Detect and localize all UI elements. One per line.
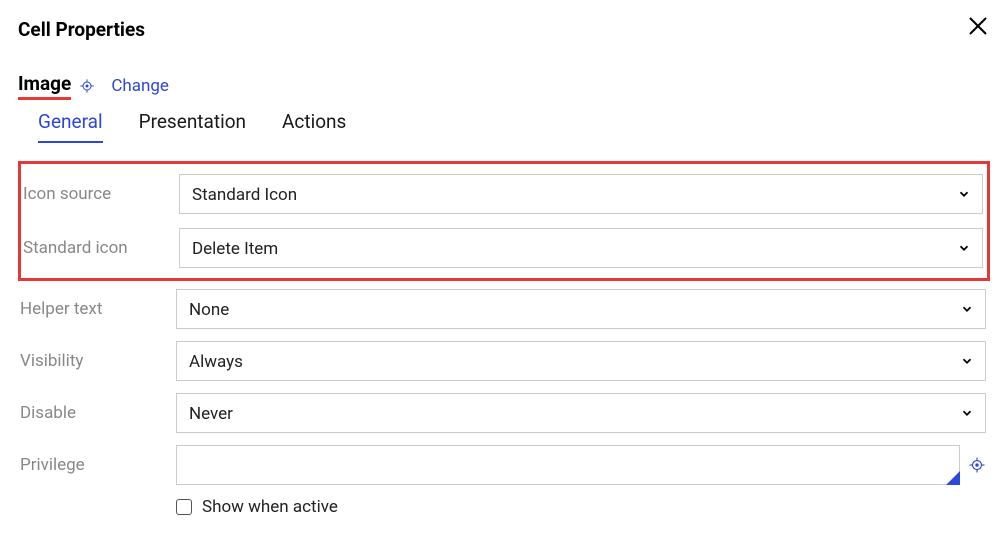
image-section-title: Image xyxy=(18,72,71,100)
change-link[interactable]: Change xyxy=(111,76,169,96)
helper-text-label: Helper text xyxy=(18,299,176,319)
privilege-input[interactable] xyxy=(176,445,960,485)
disable-select[interactable]: Never xyxy=(176,393,986,433)
close-button[interactable] xyxy=(966,14,990,44)
tab-actions[interactable]: Actions xyxy=(282,110,346,143)
show-when-active-checkbox[interactable] xyxy=(176,499,192,515)
close-icon xyxy=(966,14,990,38)
privilege-target-button[interactable] xyxy=(968,456,986,474)
disable-label: Disable xyxy=(18,403,176,423)
standard-icon-label: Standard icon xyxy=(21,238,179,258)
dialog-title: Cell Properties xyxy=(18,18,145,41)
tab-general[interactable]: General xyxy=(38,110,103,143)
highlighted-section: Icon source Standard Icon Standard icon … xyxy=(18,161,990,281)
icon-source-select[interactable]: Standard Icon xyxy=(179,174,983,214)
tab-presentation[interactable]: Presentation xyxy=(139,110,246,143)
show-when-active-label: Show when active xyxy=(202,497,338,517)
privilege-label: Privilege xyxy=(18,455,176,475)
helper-text-select[interactable]: None xyxy=(176,289,986,329)
icon-source-label: Icon source xyxy=(21,184,179,204)
standard-icon-select[interactable]: Delete Item xyxy=(179,228,983,268)
target-icon[interactable] xyxy=(79,78,95,94)
visibility-select[interactable]: Always xyxy=(176,341,986,381)
visibility-label: Visibility xyxy=(18,351,176,371)
